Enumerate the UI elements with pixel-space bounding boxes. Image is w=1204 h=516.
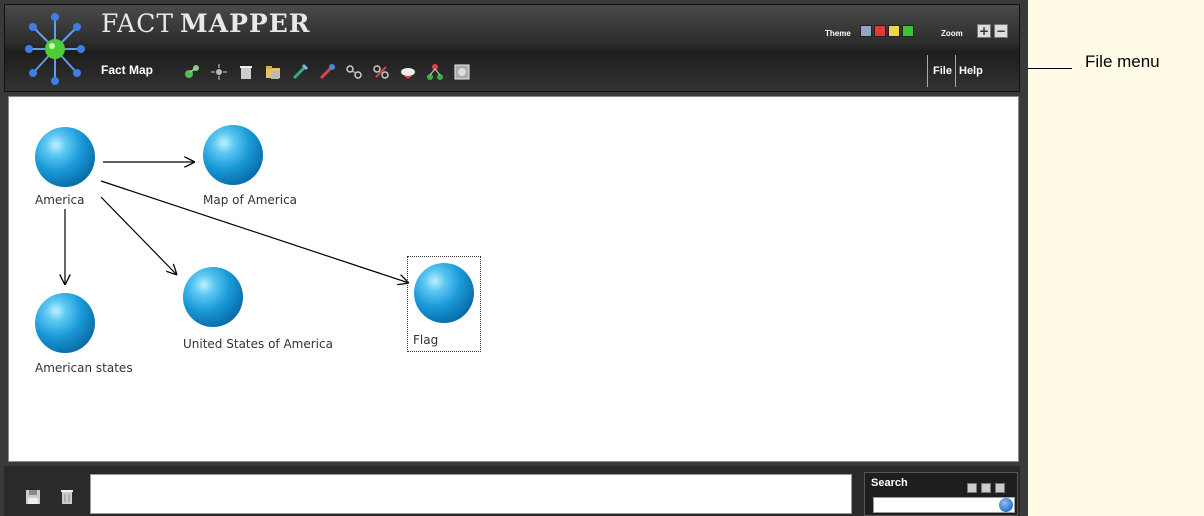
node-american-states[interactable]	[35, 293, 95, 353]
header-bar: FACT MAPPER Fact Map Theme Zoom + − File…	[4, 4, 1020, 92]
menu-separator	[927, 55, 928, 87]
zoom-label: Zoom	[941, 29, 963, 38]
help-menu[interactable]: Help	[959, 65, 983, 77]
edge-layer	[9, 97, 1020, 463]
magic-icon[interactable]	[208, 61, 230, 83]
layout-icon[interactable]	[424, 61, 446, 83]
delete-icon[interactable]	[235, 61, 257, 83]
node-label-united-states-of-america: United States of America	[183, 337, 333, 351]
search-panel: Search	[864, 472, 1018, 516]
edge-america-usa	[100, 196, 177, 275]
node-label-american-states: American states	[35, 361, 133, 375]
unlink-icon[interactable]	[370, 61, 392, 83]
node-flag[interactable]	[414, 263, 474, 323]
search-go-icon[interactable]	[999, 498, 1013, 512]
app-title-part1: FACT	[101, 9, 175, 38]
search-settings-icon[interactable]	[981, 483, 991, 493]
map-name: Fact Map	[101, 63, 154, 77]
fact-mapper-app: FACT MAPPER Fact Map Theme Zoom + − File…	[0, 0, 1028, 516]
theme-label: Theme	[825, 29, 851, 38]
node-label-america: America	[35, 193, 85, 207]
pin-icon[interactable]	[316, 61, 338, 83]
search-label: Search	[871, 477, 908, 489]
theme-swatch-green[interactable]	[902, 25, 914, 37]
theme-swatch-yellow[interactable]	[888, 25, 900, 37]
annotation-text: File menu	[1085, 52, 1160, 71]
folder-icon[interactable]	[262, 61, 284, 83]
node-united-states-of-america[interactable]	[183, 267, 243, 327]
cloud-icon[interactable]	[397, 61, 419, 83]
fact-map-canvas[interactable]: America Map of America American states U…	[8, 96, 1019, 462]
theme-swatch-red[interactable]	[874, 25, 886, 37]
app-title: FACT MAPPER	[101, 9, 311, 38]
app-title-part2: MAPPER	[180, 9, 311, 38]
save-icon[interactable]	[24, 488, 42, 506]
menu-separator	[955, 55, 956, 87]
search-close-icon[interactable]	[995, 483, 1005, 493]
edit-icon[interactable]	[289, 61, 311, 83]
node-label-flag: Flag	[413, 333, 439, 347]
link-icon[interactable]	[343, 61, 365, 83]
image-icon[interactable]	[451, 61, 473, 83]
theme-swatch-blue[interactable]	[860, 25, 872, 37]
annotation-line	[1028, 68, 1072, 69]
trash-icon[interactable]	[58, 488, 76, 506]
bottom-bar: Search	[4, 466, 1020, 516]
zoom-in-button[interactable]: +	[977, 24, 991, 38]
node-label-map-of-america: Map of America	[203, 193, 298, 207]
minus-icon: −	[995, 24, 1007, 38]
plus-icon: +	[978, 24, 990, 38]
logo-icon	[25, 13, 85, 85]
search-input[interactable]	[873, 497, 1015, 513]
zoom-out-button[interactable]: −	[994, 24, 1008, 38]
node-map-of-america[interactable]	[203, 125, 263, 185]
search-option-icon[interactable]	[967, 483, 977, 493]
note-input[interactable]	[90, 474, 852, 514]
add-fact-icon[interactable]	[181, 61, 203, 83]
node-america[interactable]	[35, 127, 95, 187]
file-menu[interactable]: File	[933, 65, 952, 77]
